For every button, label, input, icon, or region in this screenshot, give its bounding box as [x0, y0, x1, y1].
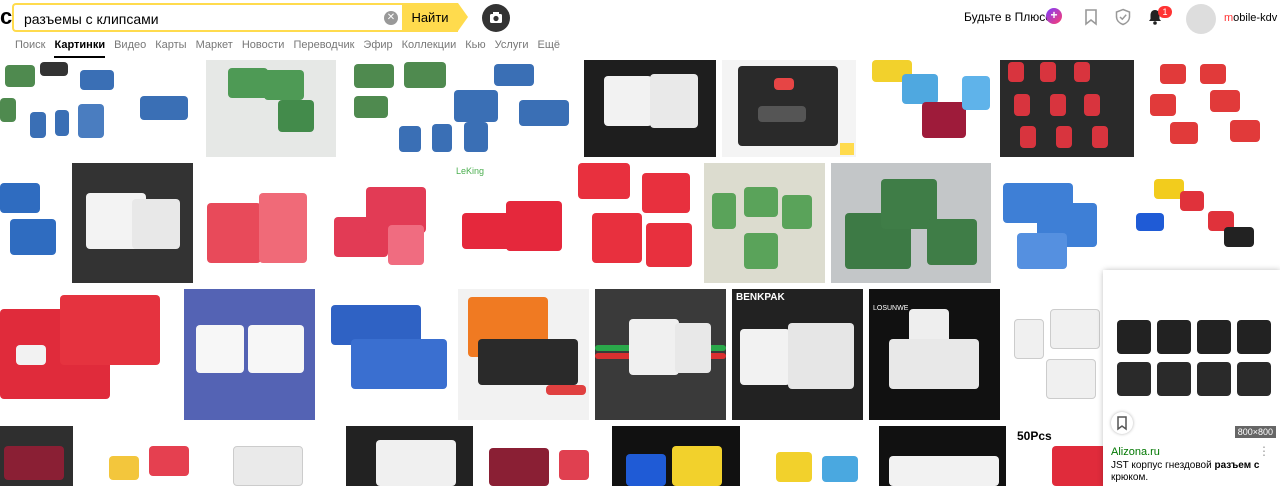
shield-icon[interactable] [1114, 8, 1132, 26]
plus-link[interactable]: Будьте в Плюсе [964, 10, 1052, 24]
tab-video[interactable]: Видео [114, 38, 146, 58]
watermark-text: LOSUNWE [873, 305, 909, 312]
camera-search-button[interactable] [482, 4, 510, 32]
image-thumbnail[interactable] [1124, 163, 1280, 283]
tab-efir[interactable]: Эфир [363, 38, 392, 58]
image-thumbnail[interactable] [346, 426, 473, 486]
image-thumbnail[interactable] [0, 163, 66, 283]
image-thumbnail[interactable] [584, 60, 716, 157]
image-thumbnail[interactable] [72, 163, 193, 283]
tab-services[interactable]: Услуги [495, 38, 529, 58]
bookmark-icon [1117, 416, 1127, 431]
plus-icon[interactable]: + [1046, 8, 1062, 24]
header: с ✕ Найти Будьте в Плюсе + 1 mobile-kdv … [0, 0, 1280, 60]
tab-maps[interactable]: Карты [155, 38, 186, 58]
tab-search[interactable]: Поиск [15, 38, 45, 58]
more-options-icon[interactable]: ⋮ [1258, 444, 1270, 458]
save-to-collection-button[interactable] [1111, 412, 1133, 434]
image-results-grid: LeKing BENKPAK LOSUNWE [0, 60, 1280, 486]
image-thumbnail[interactable] [746, 426, 873, 486]
tab-translator[interactable]: Переводчик [293, 38, 354, 58]
image-thumbnail[interactable] [0, 426, 73, 486]
image-size-badge: 800×800 [1234, 426, 1276, 438]
search-button-arrow [458, 3, 468, 31]
image-thumbnail[interactable] [612, 426, 740, 486]
image-thumbnail[interactable] [578, 163, 698, 283]
search-button[interactable]: Найти [402, 3, 458, 32]
image-thumbnail[interactable] [704, 163, 825, 283]
watermark-text: BENKPAK [736, 292, 785, 303]
image-thumbnail[interactable] [831, 163, 991, 283]
source-domain-link[interactable]: Alizona.ru [1111, 446, 1160, 458]
image-thumbnail[interactable] [184, 289, 315, 420]
service-tabs: Поиск Картинки Видео Карты Маркет Новост… [15, 38, 569, 58]
image-thumbnail[interactable] [321, 289, 452, 420]
tab-news[interactable]: Новости [242, 38, 285, 58]
camera-icon [490, 12, 502, 23]
preview-title-highlight: разъем с [1214, 460, 1260, 471]
bookmark-icon[interactable] [1082, 8, 1100, 26]
user-name-first-letter: m [1224, 12, 1234, 24]
tab-more[interactable]: Ещё [537, 38, 560, 58]
user-name[interactable]: mobile-kdv [1224, 12, 1277, 24]
tab-market[interactable]: Маркет [196, 38, 233, 58]
logo[interactable]: с [0, 4, 12, 30]
image-thumbnail[interactable] [79, 426, 207, 486]
notification-badge: 1 [1158, 6, 1172, 18]
search-input[interactable] [24, 9, 374, 28]
preview-title-start: JST корпус гнездовой [1111, 460, 1215, 471]
image-thumbnail[interactable] [0, 289, 178, 420]
image-thumbnail[interactable] [722, 60, 856, 157]
image-thumbnail[interactable] [0, 60, 198, 157]
image-thumbnail[interactable] [1000, 60, 1134, 157]
search-box[interactable]: ✕ [12, 3, 404, 32]
image-thumbnail[interactable] [595, 289, 726, 420]
image-thumbnail[interactable] [206, 60, 336, 157]
image-thumbnail[interactable] [458, 289, 589, 420]
shopping-cart-icon [840, 143, 854, 155]
image-thumbnail[interactable] [879, 426, 1006, 486]
thumbnail-caption: 50Pcs [1017, 429, 1052, 443]
image-thumbnail[interactable] [199, 163, 320, 283]
tab-images[interactable]: Картинки [54, 38, 105, 58]
image-preview-card[interactable]: 800×800 Alizona.ru ⋮ JST корпус гнездово… [1103, 270, 1280, 486]
clear-icon[interactable]: ✕ [384, 11, 398, 25]
tab-collections[interactable]: Коллекции [402, 38, 457, 58]
image-thumbnail[interactable] [479, 426, 606, 486]
image-thumbnail[interactable] [213, 426, 340, 486]
image-thumbnail[interactable] [1006, 289, 1104, 420]
preview-title-end: крюком. [1111, 472, 1149, 483]
tab-q[interactable]: Кью [465, 38, 485, 58]
avatar[interactable] [1186, 4, 1216, 34]
user-name-rest: obile-kdv [1233, 12, 1278, 24]
image-thumbnail[interactable]: LeKing [452, 163, 572, 283]
image-thumbnail[interactable]: BENKPAK [732, 289, 863, 420]
image-thumbnail[interactable] [862, 60, 994, 157]
watermark-text: LeKing [456, 166, 485, 176]
image-thumbnail[interactable] [344, 60, 576, 157]
preview-title[interactable]: JST корпус гнездовой разъем с крюком. [1111, 460, 1271, 484]
image-thumbnail[interactable] [1140, 60, 1280, 157]
image-thumbnail[interactable]: LOSUNWE [869, 289, 1000, 420]
image-thumbnail[interactable] [997, 163, 1118, 283]
image-thumbnail[interactable] [326, 163, 446, 283]
